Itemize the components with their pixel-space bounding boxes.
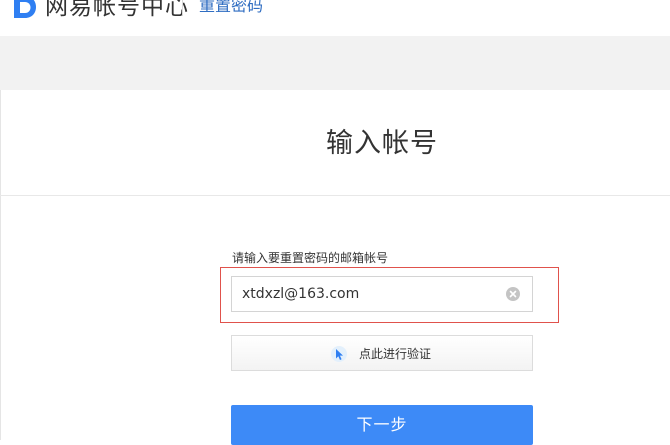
- cursor-click-icon: [331, 346, 347, 362]
- header-divider: [182, 0, 183, 16]
- email-input[interactable]: [232, 277, 502, 311]
- header-band: [0, 36, 670, 90]
- verify-button[interactable]: 点此进行验证: [231, 335, 533, 371]
- email-input-wrapper: [231, 276, 533, 312]
- next-step-button[interactable]: 下一步: [231, 405, 533, 445]
- header-bar: 网易帐号中心 重置密码: [0, 0, 670, 36]
- clear-icon[interactable]: [506, 287, 520, 301]
- verify-button-label: 点此进行验证: [359, 347, 432, 361]
- page-title: 输入帐号: [326, 128, 438, 159]
- netease-logo-icon: [14, 0, 36, 18]
- reset-password-link[interactable]: 重置密码: [199, 0, 263, 17]
- next-step-label: 下一步: [356, 415, 408, 434]
- email-field-label: 请输入要重置密码的邮箱帐号: [232, 251, 389, 265]
- brand-title: 网易帐号中心: [45, 0, 189, 20]
- title-divider: [0, 195, 670, 196]
